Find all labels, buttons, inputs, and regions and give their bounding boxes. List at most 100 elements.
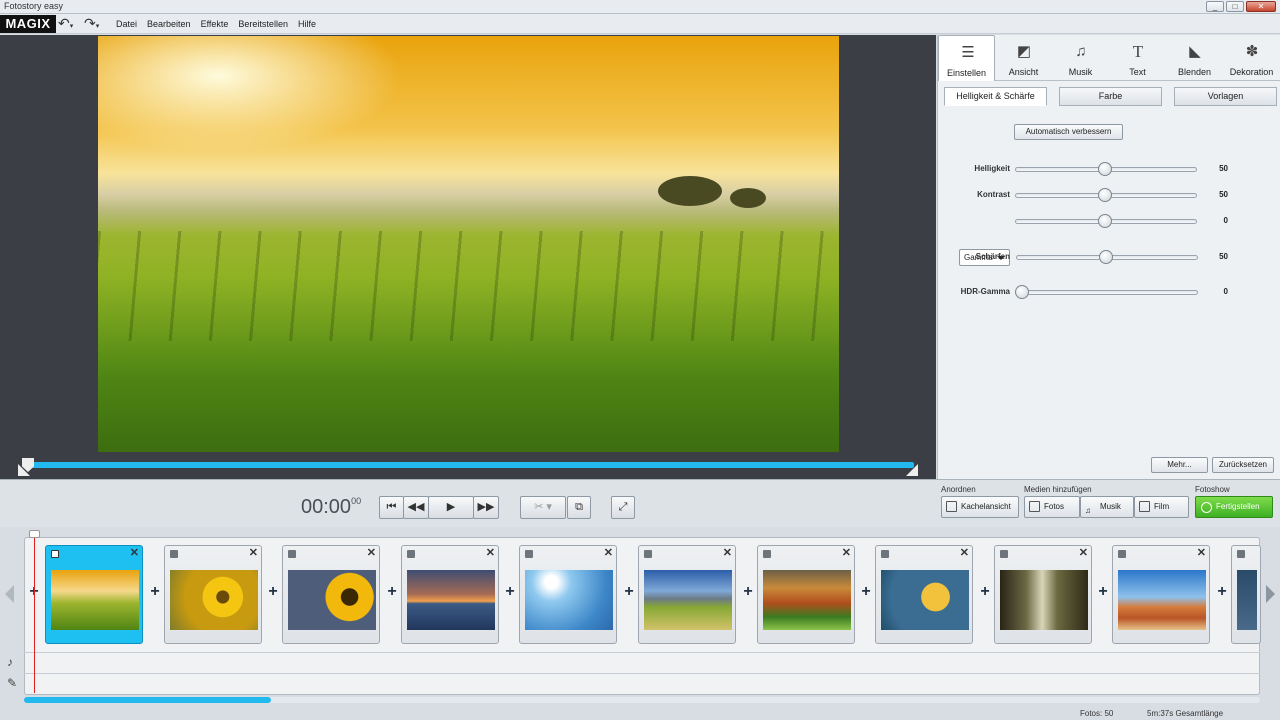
reset-button[interactable]: Zurücksetzen [1212, 457, 1274, 473]
position-slider[interactable] [26, 462, 914, 468]
slider-knob[interactable] [1015, 285, 1029, 299]
remove-icon[interactable]: ✕ [723, 546, 732, 559]
photo-thumbnail-card[interactable] [1231, 545, 1261, 644]
kachelansicht-button[interactable]: Kachelansicht [941, 496, 1019, 518]
redo-icon[interactable]: ↷▾ [84, 16, 110, 32]
photo-thumbnail-card[interactable]: ✕ [875, 545, 973, 644]
insert-plus-icon[interactable]: + [266, 583, 280, 601]
select-checkbox[interactable] [170, 550, 178, 558]
insert-plus-icon[interactable]: + [385, 583, 399, 601]
remove-icon[interactable]: ✕ [1079, 546, 1088, 559]
scroll-left-icon[interactable] [5, 585, 14, 603]
fertigstellen-button[interactable]: Fertigstellen [1195, 496, 1273, 518]
split-icon[interactable]: ⧉ [567, 496, 591, 519]
select-checkbox[interactable] [881, 550, 889, 558]
auto-enhance-button[interactable]: Automatisch verbessern [1014, 124, 1123, 140]
photo-thumbnail-card[interactable]: ✕ [401, 545, 499, 644]
photo-thumbnail-card[interactable]: ✕ [1112, 545, 1210, 644]
storyboard-scrollbar[interactable] [24, 697, 1260, 703]
photo-thumbnail-card[interactable]: ✕ [638, 545, 736, 644]
main-menu: Datei Bearbeiten Effekte Bereitstellen H… [116, 19, 316, 29]
insert-plus-icon[interactable]: + [1096, 583, 1110, 601]
tab-dekoration[interactable]: ✽ Dekoration [1223, 35, 1280, 81]
slider-knob[interactable] [1098, 214, 1112, 228]
select-checkbox[interactable] [525, 550, 533, 558]
tab-label: Blenden [1177, 67, 1212, 77]
tab-musik[interactable]: ♫ Musik [1052, 35, 1109, 81]
slider-track[interactable] [1016, 290, 1198, 295]
photo-thumbnail-card[interactable]: ✕ [519, 545, 617, 644]
thumbnail-image [170, 570, 258, 630]
select-checkbox[interactable] [1118, 550, 1126, 558]
insert-plus-icon[interactable]: + [978, 583, 992, 601]
remove-icon[interactable]: ✕ [367, 546, 376, 559]
remove-icon[interactable]: ✕ [604, 546, 613, 559]
remove-icon[interactable]: ✕ [486, 546, 495, 559]
tab-label: Dekoration [1229, 67, 1274, 77]
menu-bereitstellen[interactable]: Bereitstellen [238, 19, 288, 29]
slider-knob[interactable] [1099, 250, 1113, 264]
photo-thumbnail-card[interactable]: ✕ [282, 545, 380, 644]
insert-plus-icon[interactable]: + [622, 583, 636, 601]
remove-icon[interactable]: ✕ [1197, 546, 1206, 559]
menu-datei[interactable]: Datei [116, 19, 137, 29]
fullscreen-icon[interactable]: ⤢ [611, 496, 635, 519]
select-checkbox[interactable] [1000, 550, 1008, 558]
select-checkbox[interactable] [51, 550, 59, 558]
scrollbar-thumb[interactable] [24, 697, 271, 703]
photo-thumbnail-card[interactable]: ✕ [757, 545, 855, 644]
magix-logo: MAGIX [0, 15, 56, 33]
scroll-right-icon[interactable] [1266, 585, 1275, 603]
tab-blenden[interactable]: ◣ Blenden [1166, 35, 1223, 81]
scissors-icon[interactable]: ✂ ▾ [520, 496, 566, 519]
thumbnail-image [288, 570, 376, 630]
subtab-vorlagen[interactable]: Vorlagen [1174, 87, 1277, 106]
add-musik-button[interactable]: ♫ Musik [1080, 496, 1134, 518]
subtab-helligkeit[interactable]: Helligkeit & Schärfe [944, 87, 1047, 106]
minimize-button[interactable]: _ [1206, 1, 1224, 12]
insert-plus-icon[interactable]: + [859, 583, 873, 601]
select-checkbox[interactable] [644, 550, 652, 558]
insert-plus-icon[interactable]: + [148, 583, 162, 601]
slider-knob[interactable] [1098, 162, 1112, 176]
slider-helligkeit: Helligkeit 50 [938, 162, 1280, 176]
tab-einstellen[interactable]: ☰ Einstellen [938, 35, 995, 81]
group-fotoshow-title: Fotoshow [1195, 485, 1230, 494]
menu-effekte[interactable]: Effekte [201, 19, 229, 29]
photo-thumbnail-card[interactable]: ✕ [994, 545, 1092, 644]
slider-value: 0 [1223, 287, 1228, 296]
thumbnail-image [1237, 570, 1257, 630]
select-checkbox[interactable] [288, 550, 296, 558]
play-icon[interactable]: ▶ [428, 496, 474, 519]
rewind-icon[interactable]: ◀◀ [403, 496, 429, 519]
skip-start-icon[interactable]: ⏮ [379, 496, 404, 519]
more-button[interactable]: Mehr... [1151, 457, 1208, 473]
add-fotos-button[interactable]: Fotos [1024, 496, 1080, 518]
insert-plus-icon[interactable]: + [741, 583, 755, 601]
remove-icon[interactable]: ✕ [130, 546, 139, 559]
menu-hilfe[interactable]: Hilfe [298, 19, 316, 29]
select-checkbox[interactable] [763, 550, 771, 558]
close-button[interactable]: ✕ [1246, 1, 1276, 12]
select-checkbox[interactable] [1237, 550, 1245, 558]
subtab-farbe[interactable]: Farbe [1059, 87, 1162, 106]
remove-icon[interactable]: ✕ [842, 546, 851, 559]
add-film-button[interactable]: Film [1134, 496, 1189, 518]
insert-plus-icon[interactable]: + [1215, 583, 1229, 601]
insert-plus-icon[interactable]: + [503, 583, 517, 601]
fast-forward-icon[interactable]: ▶▶ [473, 496, 499, 519]
remove-icon[interactable]: ✕ [960, 546, 969, 559]
maximize-button[interactable]: □ [1226, 1, 1244, 12]
slider-knob[interactable] [1098, 188, 1112, 202]
remove-icon[interactable]: ✕ [249, 546, 258, 559]
select-checkbox[interactable] [407, 550, 415, 558]
undo-icon[interactable]: ↶▾ [58, 16, 84, 32]
thumbnail-image [763, 570, 851, 630]
photo-thumbnail-card[interactable]: ✕ [45, 545, 143, 644]
tab-text[interactable]: T Text [1109, 35, 1166, 81]
menu-bearbeiten[interactable]: Bearbeiten [147, 19, 191, 29]
tab-ansicht[interactable]: ◩ Ansicht [995, 35, 1052, 81]
photo-count: Fotos: 50 [1080, 709, 1114, 718]
photo-thumbnail-card[interactable]: ✕ [164, 545, 262, 644]
playhead-handle[interactable] [29, 530, 40, 538]
